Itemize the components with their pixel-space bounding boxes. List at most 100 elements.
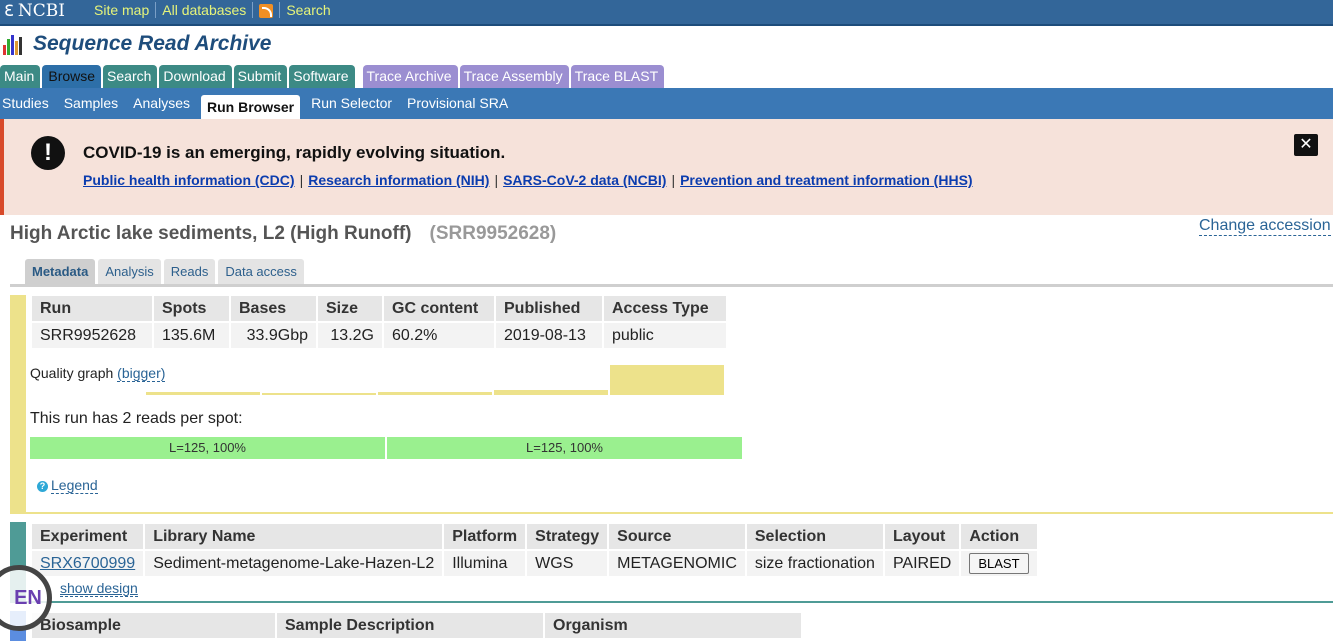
tab-search[interactable]: Search [103, 65, 158, 88]
column-header: Experiment [32, 524, 144, 549]
experiment-section: Experiment Library Name Platform Strateg… [10, 522, 1333, 603]
help-icon: ? [37, 481, 48, 492]
site-map-link[interactable]: Site map [88, 2, 155, 18]
column-header: Sample Description [277, 613, 543, 638]
biosample-table: Biosample Sample Description Organism [30, 611, 803, 640]
legend: ? Legend [37, 477, 98, 494]
tab-data-access[interactable]: Data access [218, 259, 304, 284]
subtab-run-browser[interactable]: Run Browser [200, 94, 301, 119]
read-bar-1: L=125, 100% [30, 437, 385, 459]
tab-reads[interactable]: Reads [163, 259, 216, 284]
main-tabs: Main Browse Search Download Submit Softw… [0, 65, 666, 88]
tab-analysis[interactable]: Analysis [98, 259, 161, 284]
search-link[interactable]: Search [280, 2, 336, 18]
experiment-table: Experiment Library Name Platform Strateg… [30, 522, 1039, 578]
column-header: Source [609, 524, 745, 549]
hhs-link[interactable]: Prevention and treatment information (HH… [680, 172, 972, 188]
quality-bar [378, 392, 492, 395]
close-icon[interactable]: ✕ [1294, 134, 1318, 156]
ncbi-logo-icon: ℇ [4, 1, 14, 20]
column-header: Size [318, 296, 382, 321]
experiment-cell: SRX6700999 [32, 551, 144, 576]
quality-bar [494, 390, 608, 395]
action-cell: BLAST [961, 551, 1037, 576]
app-title[interactable]: Sequence Read Archive [33, 32, 272, 56]
subtab-studies[interactable]: Studies [0, 88, 53, 119]
ncbi-logo[interactable]: ℇ NCBI [4, 1, 65, 21]
blast-button[interactable]: BLAST [969, 553, 1029, 574]
source-cell: METAGENOMIC [609, 551, 745, 576]
table-header-row: Biosample Sample Description Organism [32, 613, 801, 638]
subtab-samples[interactable]: Samples [60, 88, 122, 119]
cdc-link[interactable]: Public health information (CDC) [83, 172, 295, 188]
tab-submit[interactable]: Submit [233, 65, 288, 88]
nih-link[interactable]: Research information (NIH) [308, 172, 489, 188]
column-header: Layout [884, 524, 960, 549]
published-cell: 2019-08-13 [496, 323, 602, 348]
reads-per-spot-text: This run has 2 reads per spot: [30, 410, 243, 427]
access-type-cell: public [604, 323, 726, 348]
quality-bar [610, 365, 724, 395]
spots-cell: 135.6M [154, 323, 229, 348]
column-header: Organism [545, 613, 801, 638]
app-header: Sequence Read Archive [0, 28, 1333, 60]
column-header: Action [961, 524, 1037, 549]
tab-download[interactable]: Download [159, 65, 232, 88]
tab-browse[interactable]: Browse [42, 65, 102, 88]
subtab-analyses[interactable]: Analyses [129, 88, 194, 119]
rss-icon[interactable] [259, 4, 274, 18]
link-separator: | [299, 172, 304, 188]
covid-headline: COVID-19 is an emerging, rapidly evolvin… [83, 143, 506, 162]
layout-cell: PAIRED [884, 551, 960, 576]
show-design-link[interactable]: show design [60, 580, 138, 597]
run-id-cell: SRR9952628 [32, 323, 152, 348]
tab-trace-archive[interactable]: Trace Archive [362, 65, 458, 88]
selection-cell: size fractionation [746, 551, 883, 576]
subtab-run-selector[interactable]: Run Selector [307, 88, 396, 119]
ncbi-sars-link[interactable]: SARS-CoV-2 data (NCBI) [503, 172, 666, 188]
exclamation-icon: ! [31, 136, 65, 170]
column-header: Bases [231, 296, 316, 321]
covid-banner: ! COVID-19 is an emerging, rapidly evolv… [0, 119, 1333, 215]
link-separator: | [494, 172, 499, 188]
detail-tabs: Metadata Analysis Reads Data access [25, 259, 304, 284]
divider [252, 2, 254, 18]
table-header-row: Run Spots Bases Size GC content Publishe… [32, 296, 726, 321]
library-name-cell: Sediment-metagenome-Lake-Hazen-L2 [145, 551, 443, 576]
quality-graph [146, 365, 746, 395]
experiment-link[interactable]: SRX6700999 [40, 555, 135, 572]
table-row: SRR9952628 135.6M 33.9Gbp 13.2G 60.2% 20… [32, 323, 726, 348]
bases-cell: 33.9Gbp [231, 323, 316, 348]
table-row: SRX6700999 Sediment-metagenome-Lake-Haze… [32, 551, 1037, 576]
sra-logo-icon[interactable] [3, 33, 27, 55]
divider [10, 284, 1333, 287]
change-accession-link[interactable]: Change accession [1199, 217, 1331, 236]
ncbi-logo-text: NCBI [17, 1, 65, 21]
tab-metadata[interactable]: Metadata [25, 259, 96, 284]
ncbi-top-bar: ℇ NCBI Site map All databases Search [0, 0, 1333, 26]
covid-links: Public health information (CDC) | Research… [83, 172, 973, 188]
run-title: High Arctic lake sediments, L2 (High Run… [10, 223, 556, 245]
platform-cell: Illumina [444, 551, 526, 576]
column-header: Run [32, 296, 152, 321]
column-header: Strategy [527, 524, 608, 549]
run-accession: (SRR9952628) [429, 223, 557, 244]
link-separator: | [671, 172, 676, 188]
tab-trace-assembly[interactable]: Trace Assembly [459, 65, 569, 88]
strategy-cell: WGS [527, 551, 608, 576]
gc-content-cell: 60.2% [384, 323, 494, 348]
run-section: Run Spots Bases Size GC content Publishe… [10, 295, 1333, 514]
sub-navigation: Studies Samples Analyses Run Browser Run… [0, 88, 1333, 119]
table-header-row: Experiment Library Name Platform Strateg… [32, 524, 1037, 549]
subtab-provisional-sra[interactable]: Provisional SRA [403, 88, 512, 119]
run-table: Run Spots Bases Size GC content Publishe… [30, 294, 728, 350]
tab-trace-blast[interactable]: Trace BLAST [570, 65, 665, 88]
column-header: Spots [154, 296, 229, 321]
column-header: Access Type [604, 296, 726, 321]
all-databases-link[interactable]: All databases [156, 2, 252, 18]
legend-link[interactable]: Legend [51, 477, 98, 494]
column-header: Biosample [32, 613, 275, 638]
column-header: Platform [444, 524, 526, 549]
tab-software[interactable]: Software [289, 65, 355, 88]
tab-main[interactable]: Main [0, 65, 41, 88]
